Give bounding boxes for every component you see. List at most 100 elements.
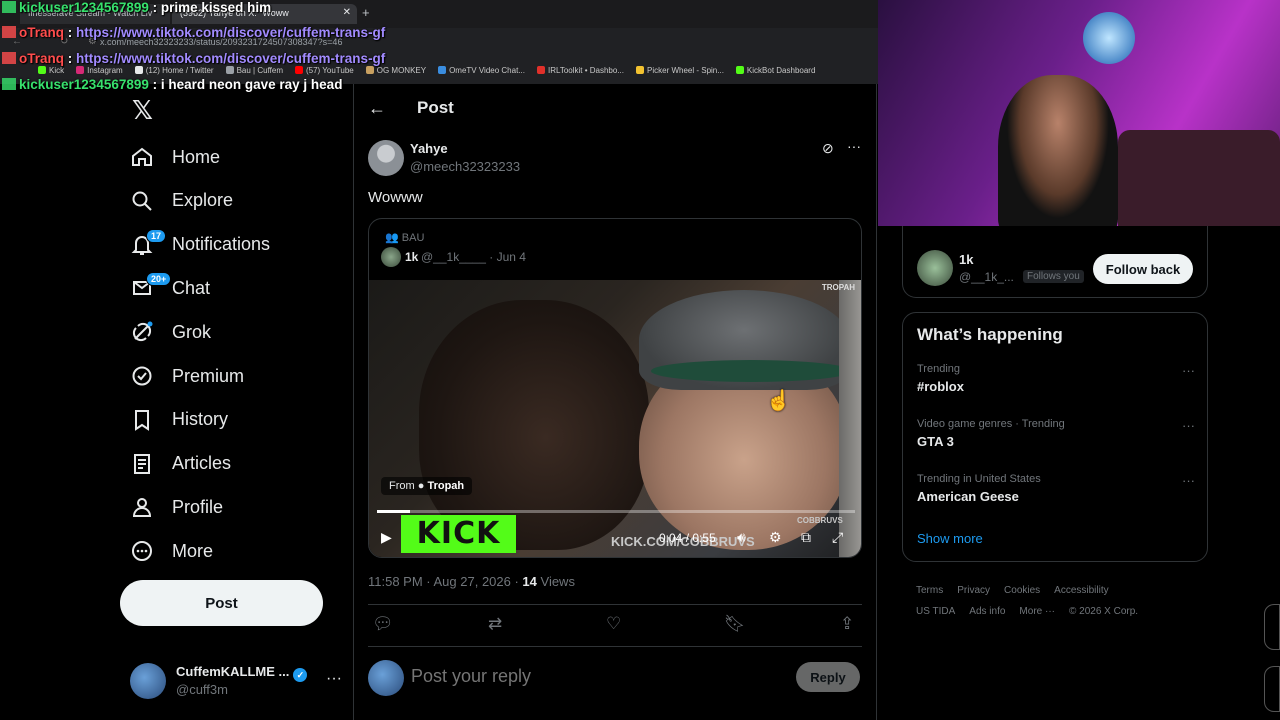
cobbruvs-overlay: COBBRUVS — [797, 516, 843, 525]
bookmark-label: Bau | Cuffem — [236, 65, 283, 75]
like-heart-icon[interactable]: ♡ — [606, 614, 621, 634]
trend-item[interactable]: Trending in United States American Geese ·… — [917, 473, 1197, 513]
nav-item-profile[interactable]: Profile — [130, 487, 223, 527]
nav-item-premium[interactable]: Premium — [130, 356, 244, 396]
nav-item-label: Explore — [172, 190, 234, 211]
bookmark-item[interactable]: Picker Wheel - Spin... — [636, 63, 724, 77]
bookmark-item[interactable]: KickBot Dashboard — [735, 63, 816, 77]
views-label: Views — [536, 574, 575, 589]
share-icon[interactable]: ⇪ — [840, 614, 854, 634]
nav-item-label: Chat — [172, 277, 211, 298]
settings-gear-icon[interactable]: ⚙ — [769, 529, 782, 546]
bookmark-item[interactable]: OmeTV Video Chat... — [438, 63, 525, 77]
post-author-handle[interactable]: @meech32323233 — [410, 159, 520, 174]
verified-badge-icon: ✓ — [293, 668, 308, 682]
video-source-label[interactable]: From ● Tropah — [381, 477, 473, 495]
x-logo-icon[interactable]: 𝕏 — [132, 96, 153, 126]
footer-link[interactable]: More ··· — [1019, 606, 1055, 617]
volume-icon[interactable]: 🔊︎ — [737, 529, 746, 546]
nav-item-history[interactable]: History — [130, 400, 228, 440]
bookmark-favicon-icon — [134, 66, 143, 74]
reply-icon[interactable]: 💬︎ — [372, 614, 394, 634]
chat-message: kickuser1234567899 : prime kissed him — [2, 0, 271, 15]
repost-icon[interactable]: ⇄ — [488, 614, 502, 634]
quoted-author-name: 1k — [405, 250, 419, 264]
trend-more-icon[interactable]: ··· — [1182, 363, 1195, 378]
nav-item-grok[interactable]: Grok — [130, 312, 211, 352]
mouse-cursor-icon: ☝ — [766, 390, 791, 412]
chat-text: i heard neon gave ray j head — [160, 77, 343, 92]
trend-name: GTA 3 — [917, 434, 954, 449]
back-button[interactable]: ← — [368, 98, 386, 119]
chat-username: oTranq — [19, 25, 65, 40]
trend-more-icon[interactable]: ··· — [1182, 418, 1195, 433]
nav-item-label: Notifications — [172, 234, 271, 255]
chat-badge-icon — [2, 78, 16, 90]
bookmark-label: KickBot Dashboard — [746, 65, 816, 75]
post-actions: 💬︎ ⇄ ♡ 🔖︎ ⇪ — [368, 614, 862, 638]
trend-more-icon[interactable]: ··· — [1182, 473, 1195, 488]
follow-name[interactable]: 1k — [959, 252, 973, 267]
footer-link[interactable]: US TIDA — [916, 606, 955, 617]
nav-item-home[interactable]: Home — [130, 137, 220, 177]
post-timestamp[interactable]: 11:58 PM · Aug 27, 2026 · — [368, 574, 522, 589]
profile-icon — [130, 495, 154, 519]
avatar — [130, 663, 166, 699]
follows-you-badge: Follows you — [1023, 270, 1084, 283]
trend-name: American Geese — [917, 489, 1019, 504]
video-player[interactable]: TROPAH From ● Tropah KICK KICK.COM/COBBR… — [369, 280, 861, 557]
chat-badge-icon — [2, 1, 16, 13]
nav-item-articles[interactable]: Articles — [130, 444, 231, 484]
notification-count-badge: 20+ — [146, 272, 172, 287]
follow-back-button[interactable]: Follow back — [1093, 254, 1193, 284]
footer-link[interactable]: Cookies — [1004, 585, 1040, 596]
footer-link[interactable]: Terms — [916, 585, 943, 596]
bookmark-label: IRLToolkit • Dashbo... — [547, 65, 624, 75]
who-to-follow-card: 1k @__1k_... Follows you Follow back — [902, 226, 1208, 298]
nav-item-chat[interactable]: 20+ Chat — [130, 268, 210, 308]
bookmark-label: Instagram — [87, 65, 123, 75]
footer-link[interactable]: Accessibility — [1054, 585, 1108, 596]
reply-button[interactable]: Reply — [796, 662, 860, 692]
more-options-icon[interactable]: ··· — [847, 138, 861, 154]
articles-icon — [130, 452, 154, 476]
account-switcher[interactable]: CuffemKALLME ... ✓ @cuff3m ··· — [130, 660, 350, 704]
trend-item[interactable]: Video game genres · Trending GTA 3 ··· — [917, 418, 1197, 458]
avatar — [368, 660, 404, 696]
panel-title: What’s happening — [917, 325, 1063, 344]
video-progress-fill — [377, 510, 411, 513]
nav-item-explore[interactable]: Explore — [130, 181, 233, 221]
bookmark-icon[interactable]: 🔖︎ — [724, 614, 746, 634]
bookmark-label: OG MONKEY — [376, 65, 427, 75]
edge-control[interactable] — [1264, 666, 1280, 712]
bookmark-item[interactable]: IRLToolkit • Dashbo... — [536, 63, 624, 77]
reply-input[interactable] — [411, 666, 781, 687]
nav-item-notifications[interactable]: 17 Notifications — [130, 225, 270, 265]
avatar — [381, 247, 401, 267]
close-tab-icon[interactable]: ✕ — [343, 7, 351, 18]
footer-link[interactable]: Ads info — [969, 606, 1005, 617]
footer-link[interactable]: © 2026 X Corp. — [1069, 606, 1138, 617]
video-progress-bar[interactable] — [377, 510, 855, 513]
show-more-link[interactable]: Show more — [917, 531, 983, 546]
footer-link[interactable]: Privacy — [957, 585, 990, 596]
account-name-text: CuffemKALLME ... — [176, 664, 290, 679]
account-more-icon[interactable]: ··· — [326, 670, 342, 688]
divider — [368, 646, 862, 647]
grok-explain-icon[interactable]: ⊘ — [822, 140, 834, 157]
post-button[interactable]: Post — [120, 580, 323, 626]
fullscreen-icon[interactable]: ⤢ — [832, 529, 843, 546]
x-page: 𝕏 Home Explore 17 Notifications 20+ Chat Grok P… — [0, 84, 878, 720]
nav-item-more[interactable]: More — [130, 531, 213, 571]
community-label[interactable]: 👥 BAU — [385, 231, 424, 244]
webcam-lamp — [1083, 12, 1135, 64]
new-tab-button[interactable]: + — [362, 5, 370, 20]
trend-item[interactable]: Trending #roblox ··· — [917, 363, 1197, 403]
edge-control[interactable] — [1264, 604, 1280, 650]
chat-separator: : — [64, 51, 77, 66]
play-icon[interactable]: ▶ — [381, 529, 392, 546]
post-author-name[interactable]: Yahye — [410, 141, 448, 156]
picture-in-picture-icon[interactable]: ⧉ — [801, 529, 811, 546]
avatar[interactable] — [917, 250, 953, 286]
avatar[interactable] — [368, 140, 404, 176]
